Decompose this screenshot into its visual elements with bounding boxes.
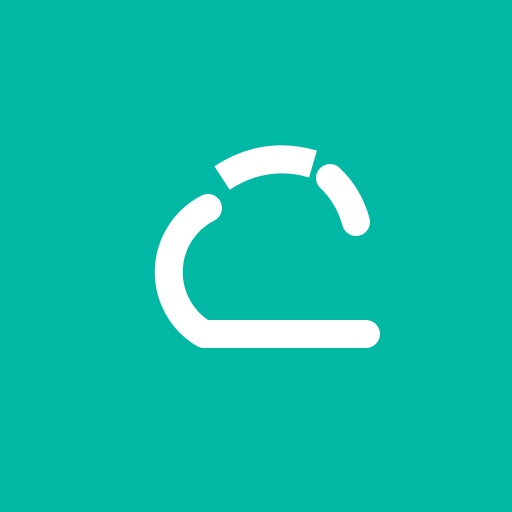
cloud-icon	[154, 145, 380, 348]
app-icon	[0, 0, 512, 512]
cloud-segment-top	[214, 145, 317, 190]
cloud-outline-left	[154, 194, 380, 348]
cloud-segment-right	[316, 164, 370, 236]
